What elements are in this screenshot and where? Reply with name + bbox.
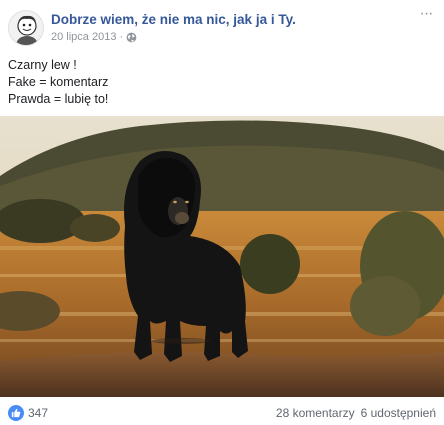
meta-separator: ·	[119, 31, 124, 43]
reactions-summary[interactable]: 347	[8, 405, 48, 421]
post-footer: 347 28 komentarzy 6 udostępnień	[0, 398, 444, 425]
facebook-post: Dobrze wiem, że nie ma nic, jak ja i Ty.…	[0, 0, 444, 425]
post-text-line: Fake = komentarz	[8, 75, 109, 89]
post-text-line: Czarny lew !	[8, 58, 77, 72]
more-options-button[interactable]: ···	[416, 6, 436, 24]
post-text: Czarny lew ! Fake = komentarz Prawda = l…	[8, 57, 108, 108]
post-date-link[interactable]: 20 lipca 2013	[51, 31, 116, 43]
post-text-line: Prawda = lubię to!	[8, 92, 109, 106]
page-name-link[interactable]: Dobrze wiem, że nie ma nic, jak ja i Ty.	[51, 12, 296, 27]
post-meta: 20 lipca 2013 ·	[51, 31, 137, 43]
globe-icon[interactable]	[126, 32, 137, 43]
shares-count-link[interactable]: 6 udostępnień	[361, 406, 436, 420]
page-avatar[interactable]	[8, 10, 44, 46]
thumbs-up-icon	[8, 405, 24, 421]
post-photo[interactable]	[0, 116, 444, 397]
black-lion-photo	[0, 116, 444, 397]
like-count: 347	[28, 406, 49, 420]
avatar-image	[9, 11, 43, 45]
comments-count-link[interactable]: 28 komentarzy	[276, 406, 355, 420]
engagement-stats: 28 komentarzy 6 udostępnień	[276, 406, 436, 420]
post-header: Dobrze wiem, że nie ma nic, jak ja i Ty.…	[8, 6, 438, 50]
